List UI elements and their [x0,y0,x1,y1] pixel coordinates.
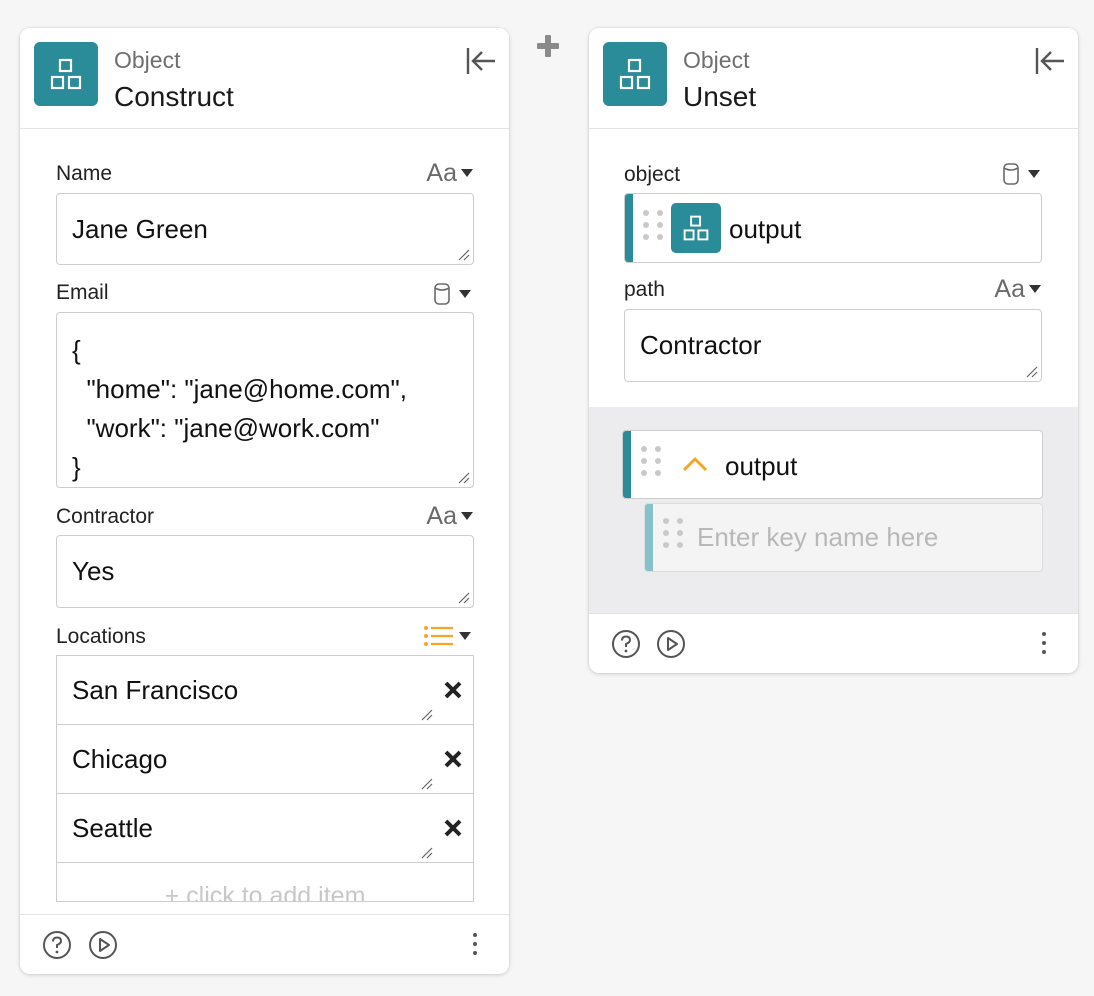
chip-accent-bar [625,194,633,262]
output-key-item [644,503,1043,572]
caret-down-icon [1028,170,1040,178]
caret-down-icon [461,512,473,520]
name-value: Jane Green [72,214,208,244]
add-item-text: + click to add item [164,882,366,902]
more-vertical-icon[interactable] [471,933,479,959]
collapse-left-icon [466,48,495,74]
construct-step-card: Object Construct Name Aa Jane Green Emai… [20,28,509,974]
help-icon[interactable] [611,629,641,659]
collapse-left-icon [1035,48,1064,74]
object-type-selector[interactable] [1002,160,1040,188]
text-type-icon: Aa [994,274,1025,303]
location-item-text: San Francisco [72,675,239,705]
path-value: Contractor [640,330,762,360]
email-value-line: { [72,335,81,365]
database-icon [434,283,450,305]
remove-item-icon[interactable] [443,680,463,700]
caret-down-icon [459,290,471,298]
resize-grip-icon[interactable] [421,847,433,859]
contractor-field-label: Contractor [56,505,155,528]
text-type-icon: Aa [426,501,457,530]
email-type-selector[interactable] [433,280,471,308]
chevron-up-icon[interactable] [681,455,709,473]
plus-icon [537,35,559,57]
card-footer [20,914,509,974]
help-icon[interactable] [42,930,72,960]
contractor-input[interactable]: Yes [56,535,474,608]
drag-handle-icon[interactable] [663,518,683,548]
caret-down-icon [459,632,471,640]
email-field-label: Email [56,281,109,304]
path-type-selector[interactable]: Aa [994,275,1041,303]
object-blocks-icon [603,42,667,106]
card-footer [589,613,1078,673]
collapse-button[interactable] [463,44,497,78]
play-icon[interactable] [88,930,118,960]
play-icon[interactable] [656,629,686,659]
step-title: Unset [683,81,757,112]
step-title: Construct [114,81,234,112]
add-step-button[interactable] [535,33,561,59]
collapse-button[interactable] [1032,44,1066,78]
name-input[interactable]: Jane Green [56,193,474,265]
path-input[interactable]: Contractor [624,309,1042,382]
email-value: { "home": "jane@home.com", "work": "jane… [72,331,407,487]
output-label: output [725,451,798,481]
resize-grip-icon[interactable] [421,778,433,790]
location-item[interactable]: Chicago [56,724,474,794]
name-field-label: Name [56,162,113,185]
key-name-input[interactable] [697,522,1017,553]
remove-item-icon[interactable] [443,749,463,769]
location-item[interactable]: Seattle [56,793,474,863]
caret-down-icon [461,169,473,177]
location-item-text: Chicago [72,744,168,774]
remove-item-icon[interactable] [443,818,463,838]
name-type-selector[interactable]: Aa [426,159,473,187]
text-type-icon: Aa [426,158,457,187]
add-item-button[interactable]: + click to add item [56,862,474,902]
output-section: output [589,407,1078,613]
output-chip[interactable]: output [622,430,1043,499]
object-field-label: object [624,163,681,186]
locations-type-selector[interactable] [423,622,471,650]
resize-grip-icon[interactable] [458,592,470,604]
unset-step-card: Object Unset object output path Aa Contr… [589,28,1078,673]
location-item-text: Seattle [72,813,153,843]
email-input[interactable]: { "home": "jane@home.com", "work": "jane… [56,312,474,488]
contractor-type-selector[interactable]: Aa [426,502,473,530]
list-icon [424,626,453,646]
step-category: Object [114,47,181,73]
card-header: Object Unset [589,28,1078,129]
path-field-label: path [624,278,665,301]
caret-down-icon [1029,285,1041,293]
step-category: Object [683,47,750,73]
object-blocks-icon [34,42,98,106]
resize-grip-icon[interactable] [421,709,433,721]
locations-field-label: Locations [56,625,146,648]
resize-grip-icon[interactable] [1026,366,1038,378]
more-vertical-icon[interactable] [1040,632,1048,658]
resize-grip-icon[interactable] [458,249,470,261]
resize-grip-icon[interactable] [458,472,470,484]
email-value-line: "work": "jane@work.com" [72,413,380,443]
object-blocks-icon [671,203,721,253]
drag-handle-icon[interactable] [643,210,663,240]
contractor-value: Yes [72,556,115,586]
chip-accent-bar [623,431,631,498]
location-item[interactable]: San Francisco [56,655,474,725]
drag-handle-icon[interactable] [641,446,661,476]
email-value-line: "home": "jane@home.com", [72,374,408,404]
card-header: Object Construct [20,28,509,129]
database-icon [1003,163,1019,185]
object-reference-value: output [729,214,802,244]
chip-accent-bar [645,504,653,571]
object-reference-chip[interactable]: output [624,193,1042,263]
email-value-line: } [72,452,81,482]
